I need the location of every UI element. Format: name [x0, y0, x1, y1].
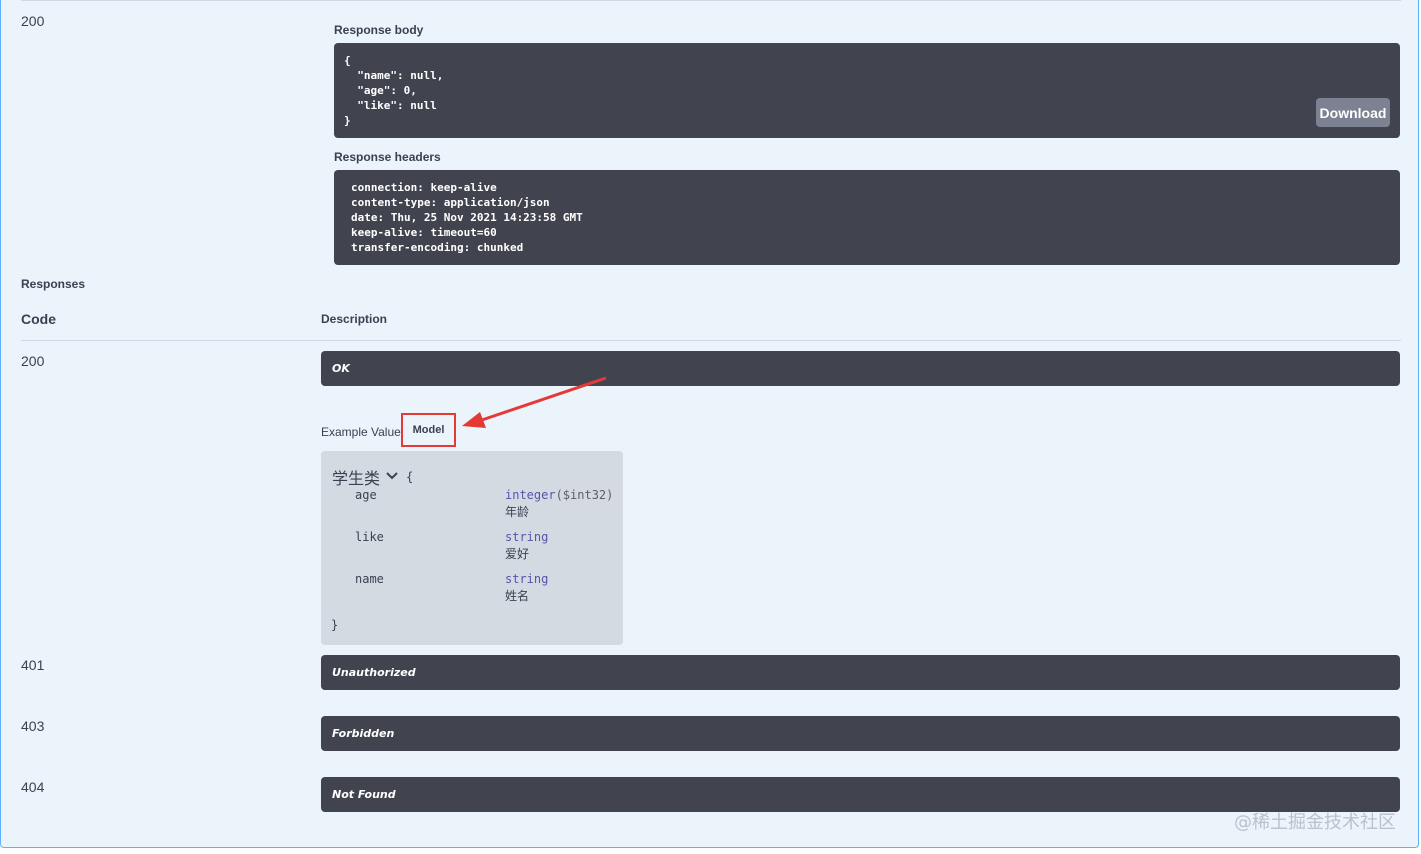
- watermark: @稀土掘金技术社区: [1234, 812, 1396, 833]
- response-description-401: Unauthorized: [321, 655, 1400, 690]
- arrow-head: [462, 412, 486, 428]
- response-body-label: Response body: [334, 23, 424, 37]
- operation-panel: 200 Response body { "name": null, "age":…: [0, 0, 1419, 848]
- response-headers-label: Response headers: [334, 150, 441, 164]
- property-name-name: name: [355, 572, 384, 586]
- property-type-like: string: [505, 530, 549, 544]
- response-code-404: 404: [21, 779, 45, 795]
- download-button[interactable]: Download: [1316, 98, 1390, 127]
- tab-example-value[interactable]: Example Value: [321, 425, 401, 439]
- model-close-brace: }: [331, 618, 339, 632]
- response-code-401: 401: [21, 657, 45, 673]
- table-header-divider: [21, 340, 1401, 341]
- model-schema-box: 学生类 { age integer($int32) 年龄 like string…: [321, 451, 623, 645]
- property-name-age: age: [355, 488, 377, 502]
- response-headers-block: connection: keep-alive content-type: appl…: [334, 170, 1400, 265]
- chevron-down-icon[interactable]: [386, 471, 398, 481]
- property-desc-age: 年龄: [505, 505, 530, 519]
- property-desc-name: 姓名: [505, 589, 530, 603]
- response-description-404: Not Found: [321, 777, 1400, 812]
- description-column-header: Description: [321, 312, 388, 326]
- tab-model[interactable]: Model: [401, 413, 456, 447]
- divider: [21, 0, 1401, 1]
- response-code-200: 200: [21, 353, 45, 369]
- property-type-age: integer($int32): [505, 488, 614, 502]
- response-headers-text: connection: keep-alive content-type: appl…: [351, 181, 583, 254]
- property-type-name: string: [505, 572, 549, 586]
- model-open-brace: {: [406, 470, 414, 484]
- response-body-block: { "name": null, "age": 0, "like": null} …: [334, 43, 1400, 138]
- responses-section-label: Responses: [21, 277, 86, 291]
- response-body-text: { "name": null, "age": 0, "like": null}: [344, 54, 444, 127]
- response-code-403: 403: [21, 718, 45, 734]
- property-name-like: like: [355, 530, 384, 544]
- code-column-header: Code: [21, 311, 56, 327]
- arrow-shaft: [475, 376, 607, 424]
- annotation-arrow-icon: [462, 376, 607, 428]
- model-title[interactable]: 学生类: [332, 465, 380, 489]
- response-description-403: Forbidden: [321, 716, 1400, 751]
- live-response-code: 200: [21, 13, 45, 29]
- property-desc-like: 爱好: [505, 547, 530, 561]
